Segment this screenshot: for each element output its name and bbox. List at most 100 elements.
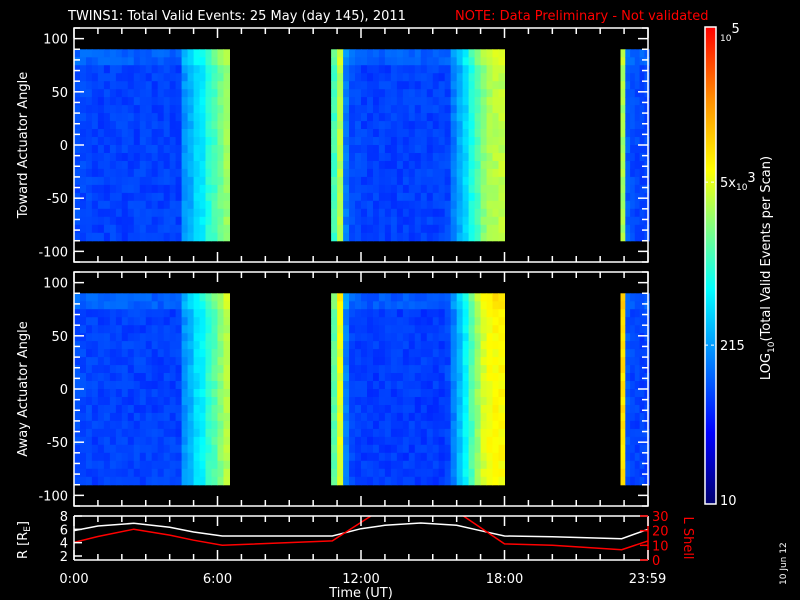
spectrogram-cell [408, 208, 416, 218]
spectrogram-cell [420, 216, 428, 226]
spectrogram-cell [480, 341, 488, 350]
spectrogram-cell [408, 97, 416, 106]
spectrogram-cell [115, 176, 123, 186]
spectrogram-cell [223, 317, 230, 326]
spectrogram-cell [402, 97, 410, 106]
spectrogram-cell [109, 192, 117, 202]
spectrogram-cell [378, 137, 386, 146]
spectrogram-cell [444, 397, 452, 406]
spectrogram-cell [175, 145, 183, 154]
spectrogram-cell [343, 373, 350, 382]
spectrogram-cell [373, 468, 380, 478]
spectrogram-cell [644, 137, 650, 146]
spectrogram-cell [378, 444, 386, 454]
spectrogram-cell [343, 341, 350, 350]
spectrogram-cell [486, 153, 494, 162]
spectrogram-cell [498, 341, 505, 350]
spectrogram-cell [367, 444, 374, 454]
spectrogram-cell [367, 89, 374, 98]
spectrogram-cell [355, 208, 362, 218]
spectrogram-cell [86, 105, 93, 114]
spectrogram-cell [127, 81, 135, 90]
spectrogram-cell [402, 444, 410, 454]
spectrogram-cell [402, 184, 410, 194]
spectrogram-cell [486, 381, 494, 390]
spectrogram-cell [361, 49, 368, 58]
spectrogram-cell [199, 161, 207, 170]
spectrogram-cell [133, 216, 141, 226]
spectrogram-cell [193, 436, 201, 446]
spectrogram-cell [157, 232, 165, 242]
spectrogram-cell [337, 444, 344, 454]
spectrogram-cell [169, 176, 177, 186]
spectrogram-cell [450, 436, 458, 446]
spectrogram-cell [163, 81, 171, 90]
spectrogram-cell [444, 389, 452, 398]
spectrogram-cell [450, 232, 458, 242]
spectrogram-cell [80, 200, 87, 210]
spectrogram-cell [630, 161, 636, 170]
spectrogram-cell [444, 420, 452, 430]
spectrogram-cell [349, 420, 356, 430]
spectrogram-cell [367, 476, 374, 486]
spectrogram-cell [456, 73, 464, 82]
spectrogram-cell [620, 452, 626, 462]
spectrogram-cell [474, 57, 482, 66]
spectrogram-cell [139, 105, 147, 114]
spectrogram-cell [644, 452, 650, 462]
spectrogram-cell [625, 232, 631, 242]
spectrogram-cell [396, 49, 404, 58]
spectrogram-cell [444, 476, 452, 486]
spectrogram-cell [630, 317, 636, 326]
spectrogram-cell [408, 168, 416, 178]
spectrogram-cell [492, 349, 499, 358]
spectrogram-cell [480, 145, 488, 154]
spectrogram-cell [151, 200, 159, 210]
spectrogram-cell [378, 216, 386, 226]
spectrogram-cell [432, 129, 440, 138]
spectrogram-cell [331, 412, 338, 422]
spectrogram-cell [414, 317, 422, 326]
spectrogram-cell [625, 81, 631, 90]
spectrogram-cell [468, 428, 476, 438]
spectrogram-cell [103, 381, 111, 390]
spectrogram-cell [187, 97, 195, 106]
spectrogram-cell [492, 97, 499, 106]
spectrogram-cell [163, 436, 171, 446]
spectrogram-cell [187, 81, 195, 90]
spectrogram-cell [74, 325, 81, 334]
spectrogram-cell [474, 105, 482, 114]
spectrogram-cell [181, 349, 189, 358]
spectrogram-cell [139, 436, 147, 446]
spectrogram-cell [438, 176, 446, 186]
spectrogram-cell [634, 389, 641, 398]
spectrogram-cell [97, 412, 105, 422]
spectrogram-cell [432, 428, 440, 438]
spectrogram-cell [145, 428, 153, 438]
spectrogram-cell [91, 452, 99, 462]
spectrogram-cell [498, 436, 505, 446]
spectrogram-cell [373, 301, 380, 310]
spectrogram-cell [625, 428, 631, 438]
spectrogram-cell [480, 200, 488, 210]
spectrogram-cell [109, 97, 117, 106]
spectrogram-cell [468, 176, 476, 186]
spectrogram-cell [486, 57, 494, 66]
spectrogram-cell [139, 129, 147, 138]
spectrogram-cell [193, 224, 201, 234]
spectrogram-cell [91, 121, 99, 130]
spectrogram-cell [74, 293, 81, 302]
spectrogram-cell [199, 168, 207, 178]
spectrogram-cell [205, 57, 212, 66]
spectrogram-cell [480, 397, 488, 406]
spectrogram-cell [103, 97, 111, 106]
spectrogram-cell [199, 113, 207, 122]
spectrogram-cell [498, 137, 505, 146]
spectrogram-cell [199, 381, 207, 390]
spectrogram-cell [139, 468, 147, 478]
spectrogram-cell [139, 309, 147, 318]
spectrogram-cell [438, 200, 446, 210]
spectrogram-cell [420, 232, 428, 242]
spectrogram-cell [414, 49, 422, 58]
spectrogram-cell [121, 208, 129, 218]
